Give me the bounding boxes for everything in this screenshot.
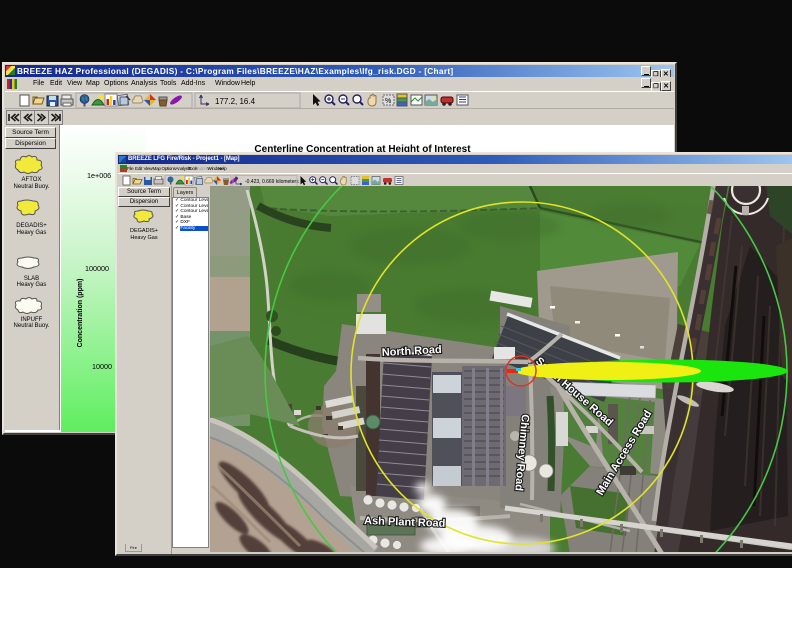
svg-text:-0.423, 0.669 kilometers: -0.423, 0.669 kilometers xyxy=(245,179,299,185)
svg-text:177.2, 16.4: 177.2, 16.4 xyxy=(215,97,256,106)
svg-text:%: % xyxy=(385,98,391,105)
